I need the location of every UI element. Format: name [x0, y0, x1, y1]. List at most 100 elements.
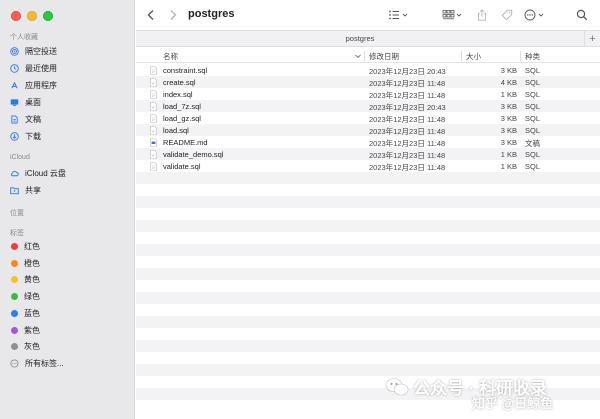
fullscreen-window-button[interactable]: [43, 11, 53, 21]
sidebar-item-airdrop[interactable]: 隔空投送: [10, 44, 128, 58]
back-button[interactable]: [144, 8, 158, 22]
sidebar-item-applications[interactable]: 应用程序: [10, 78, 128, 92]
empty-row: [136, 328, 600, 340]
sql-file-icon: [150, 77, 157, 87]
search-button[interactable]: [576, 8, 588, 22]
file-kind: SQL: [525, 89, 541, 99]
empty-row: [136, 220, 600, 232]
column-header-kind[interactable]: 种类: [525, 51, 540, 62]
file-date: 2023年12月23日 11:48: [369, 78, 446, 88]
file-name: load.sql: [163, 125, 189, 135]
gray-tag-dot-icon: [11, 342, 18, 350]
column-separator[interactable]: [461, 51, 462, 61]
sort-chevron-icon: [355, 54, 361, 59]
file-date: 2023年12月23日 20:43: [369, 66, 446, 76]
file-name: index.sql: [163, 89, 193, 99]
sidebar-item-documents[interactable]: 文稿: [10, 112, 128, 126]
clock-icon: [10, 63, 19, 73]
shared-folder-icon: [10, 186, 19, 195]
tags-section-title: 标签: [10, 230, 24, 237]
file-size: 4 KB: [500, 77, 517, 87]
toolbar: postgres: [136, 0, 600, 30]
tag-icon: [501, 9, 513, 21]
sidebar-tag-purple[interactable]: 紫色: [10, 323, 128, 337]
file-kind: SQL: [525, 113, 541, 123]
grid-group-icon: [442, 10, 462, 20]
column-header-date[interactable]: 修改日期: [369, 51, 399, 62]
list-view-button[interactable]: [388, 8, 410, 22]
share-icon: [478, 9, 486, 21]
table-row[interactable]: constraint.sql 2023年12月23日 20:43 3 KB SQL: [136, 64, 600, 76]
airdrop-icon: [10, 46, 19, 56]
table-row[interactable]: index.sql 2023年12月23日 11:48 1 KB SQL: [136, 88, 600, 100]
sidebar-item-downloads[interactable]: 下载: [10, 129, 128, 143]
column-header-name[interactable]: 名称: [163, 51, 178, 62]
minimize-window-button[interactable]: [27, 11, 37, 21]
file-kind: 文稿: [525, 138, 540, 148]
chevron-left-icon: [147, 10, 154, 20]
sidebar-item-label: 所有标签...: [25, 358, 64, 368]
purple-tag-dot-icon: [11, 326, 18, 334]
sidebar-item-icloud-drive[interactable]: iCloud 云盘: [10, 166, 128, 180]
tags-button[interactable]: [500, 8, 514, 22]
sql-file-icon: [150, 101, 157, 111]
group-button[interactable]: [442, 8, 464, 22]
sidebar-item-recents[interactable]: 最近使用: [10, 61, 128, 75]
column-header-size[interactable]: 大小: [466, 51, 481, 62]
table-row[interactable]: validate.sql 2023年12月23日 11:48 1 KB SQL: [136, 160, 600, 172]
table-row[interactable]: validate_demo.sql 2023年12月23日 11:48 1 KB SQ…: [136, 148, 600, 160]
file-date: 2023年12月23日 11:48: [369, 138, 446, 148]
table-row[interactable]: create.sql 2023年12月23日 11:48 4 KB SQL: [136, 76, 600, 88]
sidebar-tag-yellow[interactable]: 黄色: [10, 272, 128, 286]
desktop-icon: [10, 98, 19, 107]
close-window-button[interactable]: [11, 11, 21, 21]
sidebar-item-desktop[interactable]: 桌面: [10, 95, 128, 109]
cloud-icon: [10, 169, 19, 178]
table-row[interactable]: load_gz.sql 2023年12月23日 11:48 3 KB SQL: [136, 112, 600, 124]
empty-row: [136, 232, 600, 244]
sidebar-tag-gray[interactable]: 灰色: [10, 339, 128, 353]
column-separator[interactable]: [364, 51, 365, 61]
file-kind: SQL: [525, 77, 541, 87]
sidebar-item-label: 应用程序: [25, 80, 57, 90]
chevron-right-icon: [170, 10, 177, 20]
forward-button[interactable]: [166, 8, 180, 22]
column-header-bar: 名称 修改日期 大小 种类: [136, 49, 600, 63]
file-kind: SQL: [525, 101, 541, 111]
sidebar-all-tags[interactable]: 所有标签...: [10, 356, 128, 370]
file-kind: SQL: [525, 125, 541, 135]
sidebar-tag-blue[interactable]: 蓝色: [10, 306, 128, 320]
wechat-logo-icon: [385, 377, 409, 395]
file-name: README.md: [163, 137, 208, 147]
sql-file-icon: [150, 161, 157, 171]
yellow-tag-dot-icon: [11, 275, 18, 283]
sidebar-item-shared[interactable]: 共享: [10, 183, 128, 197]
table-row[interactable]: README.md 2023年12月23日 11:48 3 KB 文稿: [136, 136, 600, 148]
search-icon: [576, 9, 588, 21]
sql-file-icon: [150, 125, 157, 135]
file-size: 3 KB: [500, 125, 517, 135]
icloud-section-title: iCloud: [10, 154, 30, 161]
file-size: 3 KB: [500, 101, 517, 111]
column-separator[interactable]: [520, 51, 521, 61]
file-kind: SQL: [525, 65, 541, 75]
table-row[interactable]: load.sql 2023年12月23日 11:48 3 KB SQL: [136, 124, 600, 136]
table-row[interactable]: load_7z.sql 2023年12月23日 20:43 3 KB SQL: [136, 100, 600, 112]
share-button[interactable]: [476, 8, 488, 22]
sidebar-tag-green[interactable]: 绿色: [10, 289, 128, 303]
more-actions-button[interactable]: [524, 8, 548, 22]
sidebar-item-label: 文稿: [25, 114, 41, 124]
add-tab-button[interactable]: +: [584, 31, 600, 47]
locations-section-title: 位置: [10, 210, 24, 217]
path-bar: postgres +: [136, 30, 600, 47]
window-title: postgres: [188, 8, 235, 20]
file-size: 1 KB: [500, 89, 517, 99]
favorites-section-title: 个人收藏: [10, 34, 38, 41]
sql-file-icon: [150, 89, 157, 99]
sidebar-item-label: 紫色: [24, 325, 40, 335]
markdown-file-icon: [150, 137, 157, 147]
sidebar-tag-red[interactable]: 红色: [10, 239, 128, 253]
sidebar-item-label: 蓝色: [24, 308, 40, 318]
sidebar-tag-orange[interactable]: 橙色: [10, 256, 128, 270]
sidebar-item-label: 红色: [24, 241, 40, 251]
